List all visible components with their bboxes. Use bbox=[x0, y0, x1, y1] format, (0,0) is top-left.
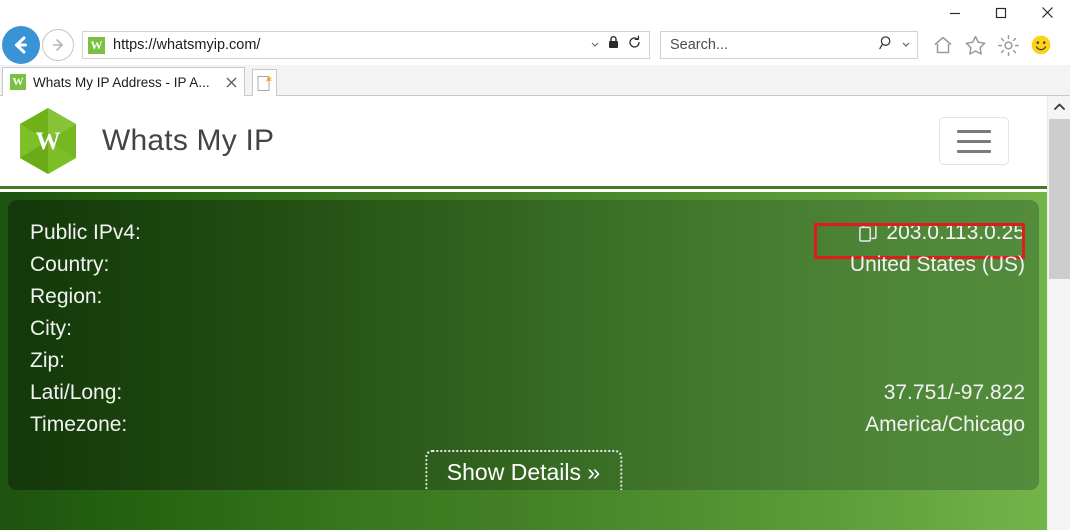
site-title: Whats My IP bbox=[102, 124, 275, 157]
hamburger-icon-line bbox=[957, 139, 991, 143]
feedback-button[interactable] bbox=[1030, 34, 1052, 56]
chevron-up-icon bbox=[1053, 103, 1065, 110]
ip-row-region: Region: bbox=[8, 281, 1039, 313]
hexagon-gem-logo-icon: W bbox=[20, 108, 76, 174]
site-header: W Whats My IP bbox=[0, 96, 1047, 189]
browser-tab-active[interactable]: W Whats My IP Address - IP A... bbox=[2, 67, 245, 96]
home-icon bbox=[934, 36, 952, 54]
ip-info-card: Public IPv4: 203.0.113.0.25 Country: Uni… bbox=[8, 200, 1039, 490]
close-button[interactable] bbox=[1024, 0, 1070, 25]
svg-text:W: W bbox=[36, 128, 61, 155]
minimize-icon bbox=[950, 12, 960, 14]
search-submit-button[interactable] bbox=[879, 35, 895, 56]
security-lock-button[interactable] bbox=[607, 35, 620, 55]
ip-row-timezone: Timezone: America/Chicago bbox=[8, 409, 1039, 441]
forward-arrow-icon bbox=[52, 39, 63, 51]
tab-bar: W Whats My IP Address - IP A... bbox=[0, 65, 1070, 96]
chevron-down-icon bbox=[902, 42, 910, 47]
row-value: United States (US) bbox=[849, 253, 1025, 276]
url-text: https://whatsmyip.com/ bbox=[113, 37, 261, 53]
back-arrow-icon bbox=[15, 36, 27, 54]
favorites-button[interactable] bbox=[964, 34, 987, 57]
tab-title: Whats My IP Address - IP A... bbox=[33, 74, 210, 90]
new-tab-icon bbox=[257, 75, 272, 91]
search-box-icons bbox=[879, 35, 911, 56]
search-input[interactable]: Search... bbox=[670, 37, 879, 53]
row-value[interactable]: 203.0.113.0.25 bbox=[859, 217, 1025, 249]
row-value: 37.751/-97.822 bbox=[883, 381, 1025, 404]
site-logo-icon[interactable]: W bbox=[18, 107, 78, 175]
star-icon bbox=[965, 35, 986, 55]
row-label: Region: bbox=[30, 285, 103, 308]
ip-row-public-ipv4: Public IPv4: 203.0.113.0.25 bbox=[8, 217, 1039, 259]
tools-button[interactable] bbox=[997, 34, 1020, 57]
page-viewport: W Whats My IP Public IPv4: 203.0.113.0.2… bbox=[0, 96, 1070, 530]
ip-row-zip: Zip: bbox=[8, 345, 1039, 377]
page-scrollbar[interactable] bbox=[1047, 96, 1070, 530]
tab-close-button[interactable] bbox=[223, 74, 239, 90]
address-bar-icons bbox=[590, 35, 645, 55]
tab-favicon-icon: W bbox=[10, 74, 26, 90]
row-label: Country: bbox=[30, 253, 110, 276]
window-title-bar bbox=[0, 0, 1070, 25]
ip-info-band: Public IPv4: 203.0.113.0.25 Country: Uni… bbox=[0, 192, 1047, 530]
site-favicon-icon: W bbox=[88, 36, 105, 54]
search-provider-dropdown-button[interactable] bbox=[901, 36, 911, 54]
row-label: Lati/Long: bbox=[30, 381, 123, 404]
gear-icon bbox=[998, 34, 1019, 56]
ip-info-rows: Public IPv4: 203.0.113.0.25 Country: Uni… bbox=[8, 217, 1039, 441]
hamburger-icon-line bbox=[957, 129, 991, 133]
padlock-icon bbox=[609, 36, 618, 48]
row-label: Public IPv4: bbox=[30, 221, 141, 244]
new-tab-button[interactable] bbox=[252, 69, 277, 96]
ip-row-lat-long: Lati/Long: 37.751/-97.822 bbox=[8, 377, 1039, 409]
refresh-button[interactable] bbox=[627, 35, 642, 55]
row-value: America/Chicago bbox=[865, 413, 1025, 436]
menu-toggle-button[interactable] bbox=[939, 117, 1009, 165]
browser-command-bar bbox=[932, 34, 1052, 57]
address-bar[interactable]: W https://whatsmyip.com/ bbox=[82, 31, 650, 59]
close-icon bbox=[226, 77, 236, 87]
close-icon bbox=[1041, 7, 1053, 18]
scrollbar-thumb[interactable] bbox=[1049, 119, 1070, 279]
home-button[interactable] bbox=[932, 34, 954, 56]
maximize-button[interactable] bbox=[978, 0, 1024, 25]
row-label: Zip: bbox=[30, 349, 66, 372]
minimize-button[interactable] bbox=[932, 0, 978, 25]
maximize-icon bbox=[995, 7, 1007, 18]
browser-navigation-bar: W https://whatsmyip.com/ Search... bbox=[0, 25, 1070, 65]
show-details-button[interactable]: Show Details » bbox=[424, 450, 623, 490]
search-box[interactable]: Search... bbox=[660, 31, 918, 59]
window-controls bbox=[932, 0, 1070, 25]
row-label: City: bbox=[30, 317, 72, 340]
forward-button[interactable] bbox=[42, 29, 74, 61]
magnifier-icon bbox=[879, 35, 891, 49]
ip-row-city: City: bbox=[8, 313, 1039, 345]
row-label: Timezone: bbox=[30, 413, 128, 436]
refresh-icon bbox=[629, 35, 640, 48]
scroll-up-button[interactable] bbox=[1048, 96, 1070, 118]
ip-row-country: Country: United States (US) bbox=[8, 249, 1039, 281]
address-dropdown-button[interactable] bbox=[590, 36, 600, 54]
hamburger-icon-line bbox=[957, 149, 991, 153]
chevron-down-icon bbox=[591, 42, 599, 47]
copy-to-clipboard-icon[interactable] bbox=[859, 223, 878, 243]
public-ipv4-value: 203.0.113.0.25 bbox=[886, 221, 1025, 244]
back-button[interactable] bbox=[2, 26, 40, 64]
smiley-icon bbox=[1031, 35, 1051, 55]
